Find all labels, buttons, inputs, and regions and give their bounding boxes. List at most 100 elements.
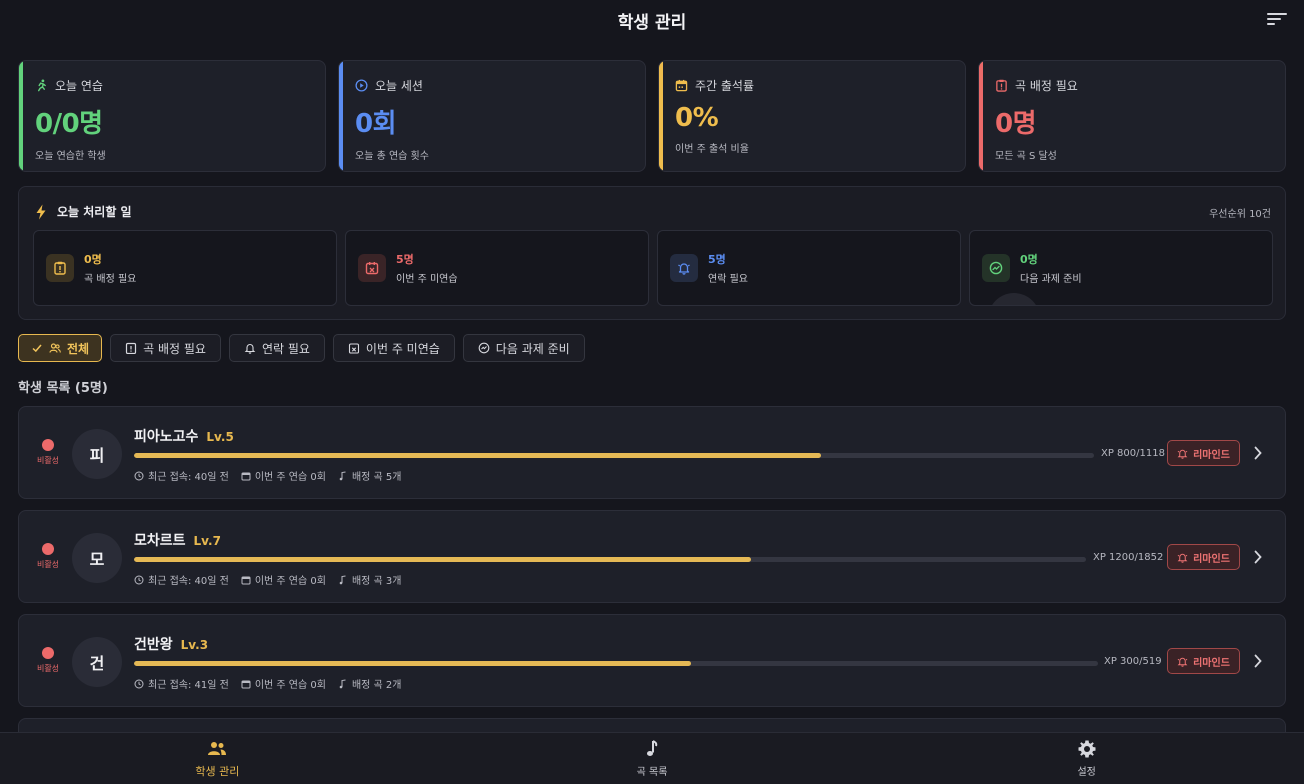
task-label: 곡 배정 필요 xyxy=(84,274,137,285)
task-contact-needed[interactable]: 5명 연락 필요 xyxy=(657,230,961,306)
gauge-icon xyxy=(478,342,490,354)
student-list: 비활성 피 피아노고수 Lv.5 XP 800/1118 최근 접속: 40일 … xyxy=(18,406,1286,784)
stat-label: 오늘 연습 xyxy=(55,79,103,93)
gauge-icon xyxy=(989,261,1003,275)
xp-text: XP 800/1118 xyxy=(1101,448,1165,459)
gear-icon xyxy=(1078,740,1096,758)
assigned-songs: 배정 곡 3개 xyxy=(351,576,402,587)
bell-icon xyxy=(678,263,690,275)
task-count: 0명 xyxy=(84,253,102,266)
remind-button[interactable]: 리마인드 xyxy=(1167,440,1240,466)
task-count: 5명 xyxy=(396,253,414,266)
stat-card-weekly-attendance: 주간 출석률 0% 이번 주 출석 비율 xyxy=(658,60,966,172)
clock-icon xyxy=(134,575,144,584)
filter-no-practice[interactable]: 이번 주 미연습 xyxy=(332,334,455,362)
avatar: 모 xyxy=(72,533,122,583)
nav-song-list[interactable]: 곡 목록 xyxy=(435,733,870,784)
stat-sub: 오늘 총 연습 횟수 xyxy=(355,151,429,162)
chevron-right-icon[interactable] xyxy=(1253,549,1263,565)
task-count: 5명 xyxy=(708,253,726,266)
bell-icon xyxy=(1177,449,1188,459)
xp-progress-fill xyxy=(134,453,821,458)
users-icon xyxy=(208,741,227,755)
priority-count: 우선순위 10건 xyxy=(1209,209,1271,220)
bell-icon xyxy=(1177,553,1188,563)
calendar-icon xyxy=(241,680,251,688)
last-login: 최근 접속: 40일 전 xyxy=(148,472,229,483)
calendar-x-icon xyxy=(365,262,379,275)
student-card[interactable]: 비활성 모 모차르트 Lv.7 XP 1200/1852 최근 접속: 40일 … xyxy=(18,510,1286,603)
student-card[interactable]: 비활성 피 피아노고수 Lv.5 XP 800/1118 최근 접속: 40일 … xyxy=(18,406,1286,499)
xp-progress-bar xyxy=(134,453,1094,458)
status-indicator: 비활성 xyxy=(33,647,63,674)
filter-label: 이번 주 미연습 xyxy=(365,341,440,356)
weekly-practice: 이번 주 연습 0회 xyxy=(254,472,326,483)
remind-button[interactable]: 리마인드 xyxy=(1167,648,1240,674)
xp-text: XP 300/519 xyxy=(1104,656,1162,667)
status-label: 비활성 xyxy=(36,664,60,673)
stat-card-today-session: 오늘 세션 0회 오늘 총 연습 횟수 xyxy=(338,60,646,172)
clock-icon xyxy=(134,679,144,688)
users-icon xyxy=(49,343,61,353)
xp-progress-bar xyxy=(134,661,1098,666)
student-level: Lv.5 xyxy=(206,430,234,444)
stat-value: 0/0명 xyxy=(35,109,103,139)
task-no-practice[interactable]: 5명 이번 주 미연습 xyxy=(345,230,649,306)
stat-label: 곡 배정 필요 xyxy=(1015,79,1078,93)
task-song-assignment[interactable]: 0명 곡 배정 필요 xyxy=(33,230,337,306)
task-next-assignment[interactable]: 0명 다음 과제 준비 xyxy=(969,230,1273,306)
chevron-right-icon[interactable] xyxy=(1253,445,1263,461)
student-card[interactable]: 비활성 건 건반왕 Lv.3 XP 300/519 최근 접속: 41일 전 이… xyxy=(18,614,1286,707)
today-tasks-panel: 오늘 처리할 일 우선순위 10건 0명 곡 배정 필요 5명 이번 주 미연습 xyxy=(18,186,1286,320)
xp-text: XP 1200/1852 xyxy=(1093,552,1164,563)
weekly-practice: 이번 주 연습 0회 xyxy=(254,576,326,587)
avatar: 피 xyxy=(72,429,122,479)
weekly-practice: 이번 주 연습 0회 xyxy=(254,680,326,691)
stats-row: 오늘 연습 0/0명 오늘 연습한 학생 오늘 세션 0회 오늘 총 연습 횟수… xyxy=(18,60,1286,172)
filter-chips: 전체 곡 배정 필요 연락 필요 이번 주 미연습 다음 과제 준비 xyxy=(18,334,585,362)
task-label: 연락 필요 xyxy=(708,274,748,285)
stat-card-song-assignment: 곡 배정 필요 0명 모든 곡 S 달성 xyxy=(978,60,1286,172)
status-indicator: 비활성 xyxy=(33,439,63,466)
calendar-icon xyxy=(675,79,688,92)
filter-label: 연락 필요 xyxy=(261,341,310,356)
nav-settings[interactable]: 설정 xyxy=(869,733,1304,784)
nav-student-management[interactable]: 학생 관리 xyxy=(0,733,435,784)
filter-label: 다음 과제 준비 xyxy=(495,341,570,356)
nav-label: 곡 목록 xyxy=(636,767,668,778)
play-circle-icon xyxy=(355,79,368,92)
task-label: 다음 과제 준비 xyxy=(1020,274,1082,285)
remind-button[interactable]: 리마인드 xyxy=(1167,544,1240,570)
status-dot xyxy=(42,647,54,659)
music-note-icon xyxy=(339,679,346,688)
filter-label: 전체 xyxy=(67,341,90,356)
app-header: 학생 관리 xyxy=(0,0,1304,40)
decorative-shape xyxy=(988,293,1040,305)
page-title: 학생 관리 xyxy=(617,12,687,33)
calendar-icon xyxy=(241,576,251,584)
stat-sub: 이번 주 출석 비율 xyxy=(675,144,749,155)
menu-icon[interactable] xyxy=(1266,10,1288,28)
filter-next-assignment[interactable]: 다음 과제 준비 xyxy=(462,334,585,362)
status-label: 비활성 xyxy=(36,456,60,465)
status-indicator: 비활성 xyxy=(33,543,63,570)
last-login: 최근 접속: 41일 전 xyxy=(148,680,229,691)
last-login: 최근 접속: 40일 전 xyxy=(148,576,229,587)
xp-progress-fill xyxy=(134,661,692,666)
status-label: 비활성 xyxy=(36,560,60,569)
stat-value: 0% xyxy=(675,103,719,133)
filter-label: 곡 배정 필요 xyxy=(143,341,206,356)
today-title: 오늘 처리할 일 xyxy=(57,205,132,219)
chevron-right-icon[interactable] xyxy=(1253,653,1263,669)
task-count: 0명 xyxy=(1020,253,1038,266)
bottom-nav: 학생 관리 곡 목록 설정 xyxy=(0,732,1304,784)
filter-all[interactable]: 전체 xyxy=(18,334,103,362)
clock-icon xyxy=(134,471,144,480)
nav-label: 학생 관리 xyxy=(195,764,240,778)
clipboard-alert-icon xyxy=(125,342,137,354)
stat-value: 0명 xyxy=(995,109,1037,139)
filter-song-assignment[interactable]: 곡 배정 필요 xyxy=(110,334,221,362)
filter-contact-needed[interactable]: 연락 필요 xyxy=(228,334,325,362)
clipboard-alert-icon xyxy=(54,261,66,275)
bolt-icon xyxy=(36,204,46,219)
